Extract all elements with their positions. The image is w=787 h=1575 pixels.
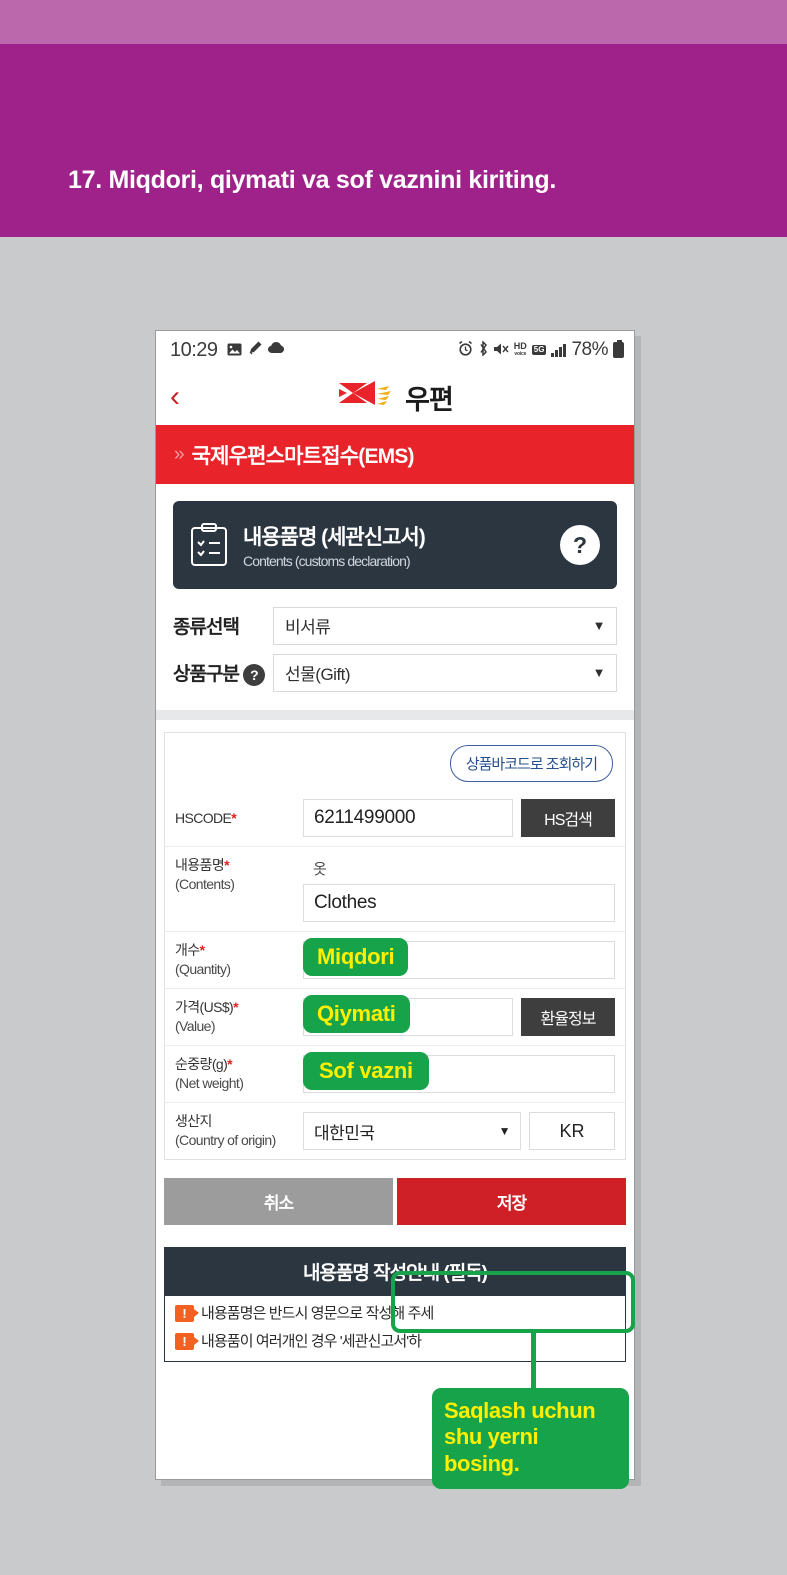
app-bar: ‹ 우편 [156,369,634,425]
form-row-origin: 생산지 (Country of origin) 대한민국 ▼ KR [165,1102,625,1159]
select-category[interactable]: 선물(Gift) ▼ [273,653,617,692]
guide-panel: 내용품명 작성안내 (필독) ! 내용품명은 반드시 영문으로 작성해 주세 !… [164,1247,626,1362]
section-divider [156,710,634,720]
phone-screenshot: 10:29 HD voice 5G 78% ‹ 우편 » 국제우편스마트접수(E… [155,330,635,1480]
save-button[interactable]: 저장 [397,1178,626,1225]
section-text: 내용품명 (세관신고서) Contents (customs declarati… [243,521,545,569]
form-row-hscode: HSCODE* 6211499000 HS검색 [165,790,625,846]
form-row-quantity: 개수* (Quantity) Miqdori [165,931,625,988]
section-help-button[interactable]: ? [560,525,600,565]
guide-body: ! 내용품명은 반드시 영문으로 작성해 주세 ! 내용품이 여러개인 경우 '… [164,1296,626,1362]
net-weight-input[interactable]: Sof vazni [303,1052,615,1093]
brand-logo: 우편 [156,378,634,417]
annotation-badge-net-weight: Sof vazni [303,1052,429,1090]
section-card-wrap: 내용품명 (세관신고서) Contents (customs declarati… [156,484,634,602]
barcode-row: 상품바코드로 조회하기 [165,733,625,790]
page-root: 17. Miqdori, qiymati va sof vaznini kiri… [0,0,787,1575]
double-chevron-icon: » [174,443,184,465]
select-label-type: 종류선택 [173,617,240,638]
cloud-icon [267,342,284,358]
clipboard-checklist-icon [190,523,228,567]
alarm-icon [458,340,473,359]
select-type[interactable]: 비서류 ▼ [273,606,617,645]
contents-value: Clothes [314,892,377,913]
signal-bars-icon [551,343,567,357]
back-chevron-icon[interactable]: ‹ [170,382,196,412]
status-time: 10:29 [170,338,218,361]
korea-post-swallow-icon [337,380,399,414]
chevron-down-icon: ▼ [498,1124,511,1138]
banner-title: 17. Miqdori, qiymati va sof vaznini kiri… [68,166,556,194]
origin-country-code: KR [529,1112,615,1150]
cancel-button[interactable]: 취소 [164,1178,393,1225]
origin-select[interactable]: 대한민국 ▼ [303,1112,521,1150]
status-left-icons [227,341,284,359]
hscode-input[interactable]: 6211499000 [303,799,513,837]
label-contents: 내용품명* (Contents) [175,857,235,892]
chevron-down-icon: ▼ [592,618,606,633]
form-row-value: 가격(US$)* (Value) Qiymati 환율정보 [165,988,625,1045]
chevron-down-icon: ▼ [592,665,606,680]
contents-korean-value: 옷 [313,861,327,878]
label-origin: 생산지 (Country of origin) [175,1113,276,1148]
service-title: 국제우편스마트접수(EMS) [191,444,415,468]
form-row-contents: 내용품명* (Contents) 옷 Clothes [165,846,625,931]
guide-heading: 내용품명 작성안내 (필독) [164,1247,626,1296]
select-label-category: 상품구분? [173,659,273,686]
section-card: 내용품명 (세관신고서) Contents (customs declarati… [173,501,617,589]
banner-light-strip [0,0,787,44]
banner-dark-strip [0,44,787,237]
section-title: 내용품명 (세관신고서) [243,526,426,549]
hscode-value: 6211499000 [314,807,416,828]
instruction-callout: Saqlash uchun shu yerni bosing. [432,1388,629,1490]
label-quantity: 개수* (Quantity) [175,942,231,977]
status-right-icons: HD voice 5G 78% [458,339,624,361]
service-breadcrumb-bar: » 국제우편스마트접수(EMS) [156,425,634,484]
section-subtitle: Contents (customs declaration) [243,553,411,569]
form-row-net-weight: 순중량(g)* (Net weight) Sof vazni [165,1045,625,1102]
exchange-rate-button[interactable]: 환율정보 [521,998,615,1036]
contents-column: 옷 Clothes [303,856,615,922]
image-icon [227,343,242,358]
origin-value: 대한민국 [314,1123,375,1143]
select-type-value: 비서류 [285,618,331,637]
annotation-badge-value: Qiymati [303,995,410,1033]
select-row-category: 상품구분? 선물(Gift) ▼ [173,649,617,696]
battery-percent: 78% [571,339,608,360]
category-help-icon[interactable]: ? [242,664,265,686]
warning-icon: ! [175,1332,199,1350]
value-input[interactable]: Qiymati [303,995,513,1036]
hd-voice-icon: HD voice [513,341,527,358]
select-category-value: 선물(Gift) [285,665,351,684]
pen-icon [248,341,262,359]
form-actions: 취소 저장 [164,1178,626,1225]
mute-icon [493,342,509,359]
guide-line: ! 내용품명은 반드시 영문으로 작성해 주세 [175,1305,615,1324]
logo-text: 우편 [405,384,454,415]
label-net-weight: 순중량(g)* (Net weight) [175,1056,244,1091]
save-button-wrap: 저장 [397,1178,626,1225]
hs-search-button[interactable]: HS검색 [521,799,615,837]
warning-icon: ! [175,1305,199,1322]
5g-icon: 5G [531,345,547,355]
label-hscode: HSCODE* [175,809,237,826]
quantity-input[interactable]: Miqdori [303,938,615,979]
barcode-lookup-button[interactable]: 상품바코드로 조회하기 [449,745,613,782]
label-value: 가격(US$)* (Value) [175,999,239,1034]
instruction-callout-text: Saqlash uchun shu yerni bosing. [444,1398,596,1476]
guide-line-text: 내용품이 여러개인 경우 '세관신고서'하 [201,1332,422,1350]
annotation-badge-quantity: Miqdori [303,938,409,976]
customs-form-card: 상품바코드로 조회하기 HSCODE* 6211499000 HS검색 내용품명… [164,732,626,1160]
status-bar: 10:29 HD voice 5G 78% [156,331,634,369]
select-row-type: 종류선택 비서류 ▼ [173,602,617,649]
battery-icon [613,340,624,358]
guide-line: ! 내용품이 여러개인 경우 '세관신고서'하 [175,1332,615,1352]
bluetooth-icon [478,340,489,359]
contents-input[interactable]: Clothes [303,884,615,922]
select-group: 종류선택 비서류 ▼ 상품구분? 선물(Gift) ▼ [156,602,634,710]
guide-line-text: 내용품명은 반드시 영문으로 작성해 주세 [201,1305,434,1322]
